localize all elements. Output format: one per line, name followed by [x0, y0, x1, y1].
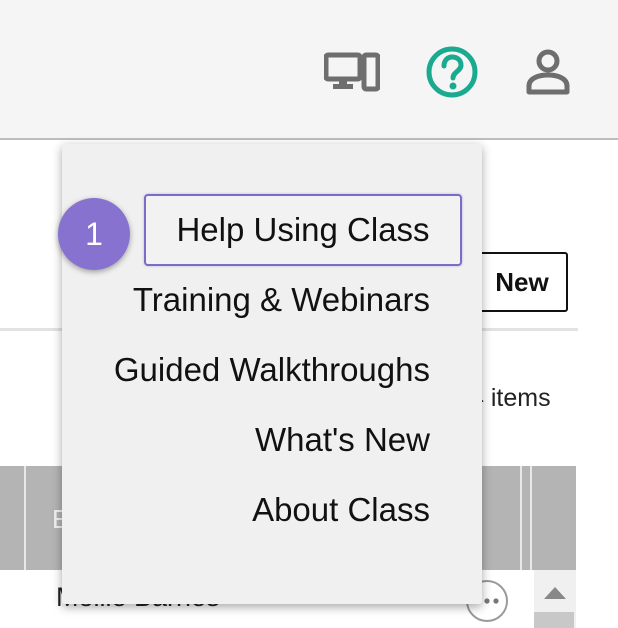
menu-item-help-using-class[interactable]: Help Using Class — [144, 194, 462, 266]
menu-item-about-class[interactable]: About Class — [252, 490, 430, 530]
step-number-badge: 1 — [58, 198, 130, 270]
menu-item-guided-walkthroughs[interactable]: Guided Walkthroughs — [114, 350, 430, 390]
devices-icon[interactable] — [324, 44, 380, 100]
menu-item-training-webinars[interactable]: Training & Webinars — [133, 280, 430, 320]
help-menu: Help Using Class Training & Webinars Gui… — [62, 144, 482, 604]
menu-item-whats-new[interactable]: What's New — [255, 420, 430, 460]
app-page: New 4 items E Mollie Barnes Help Using C… — [0, 0, 618, 628]
scrollbar-thumb[interactable] — [534, 612, 574, 628]
top-header-bar — [0, 0, 618, 140]
help-icon[interactable] — [424, 44, 480, 100]
items-count: 4 items — [470, 384, 551, 412]
column-divider — [520, 466, 522, 570]
column-divider — [24, 466, 26, 570]
column-divider — [530, 466, 532, 570]
new-button[interactable]: New — [476, 252, 568, 312]
user-icon[interactable] — [520, 44, 576, 100]
scroll-up-arrow-icon[interactable] — [541, 582, 569, 604]
